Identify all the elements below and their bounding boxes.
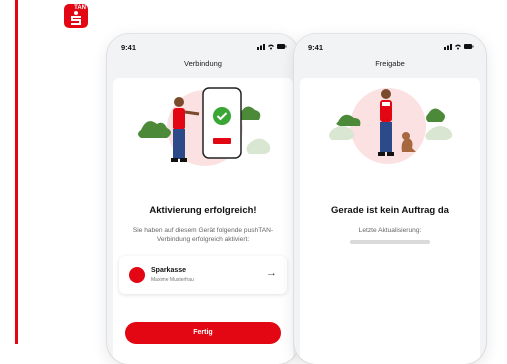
loading-placeholder-bar — [350, 240, 430, 244]
status-bar: 9:41 — [107, 34, 299, 56]
phone-verbindung: 9:41 Verbindung Aktivierung erfolgreich!… — [107, 34, 299, 364]
arrow-right-icon: → — [266, 267, 277, 279]
sparkasse-logo-icon — [129, 267, 145, 283]
screen-body: Aktivierung erfolgreich! Sie haben auf d… — [113, 78, 293, 364]
bank-name: Sparkasse — [151, 267, 187, 274]
screen-title: Verbindung — [184, 59, 222, 68]
bank-connection-row[interactable]: Sparkasse Maxime Musterfrau → — [119, 256, 287, 294]
bank-owner: Maxime Musterfrau — [151, 277, 194, 283]
empty-state-illustration — [329, 88, 453, 164]
status-icons — [444, 44, 474, 50]
success-illustration — [138, 87, 271, 166]
status-time: 9:41 — [308, 43, 324, 52]
headline: Aktivierung erfolgreich! — [149, 205, 257, 216]
app-icon[interactable]: TAN — [64, 4, 88, 28]
sparkasse-s-icon — [71, 11, 81, 25]
phone-freigabe: 9:41 Freigabe Gerade ist kein Auftrag da… — [294, 34, 486, 364]
fertig-button[interactable]: Fertig — [125, 322, 281, 344]
screen-title: Freigabe — [375, 59, 405, 68]
status-icons — [257, 44, 287, 50]
status-time: 9:41 — [121, 43, 137, 52]
headline: Gerade ist kein Auftrag da — [331, 205, 449, 216]
screen-body: Gerade ist kein Auftrag da Letzte Aktual… — [300, 78, 480, 364]
left-accent-rule — [15, 0, 18, 344]
subtext: Sie haben auf diesem Gerät folgende push… — [132, 227, 274, 243]
last-updated-label: Letzte Aktualisierung: — [358, 227, 422, 234]
status-bar: 9:41 — [294, 34, 486, 56]
